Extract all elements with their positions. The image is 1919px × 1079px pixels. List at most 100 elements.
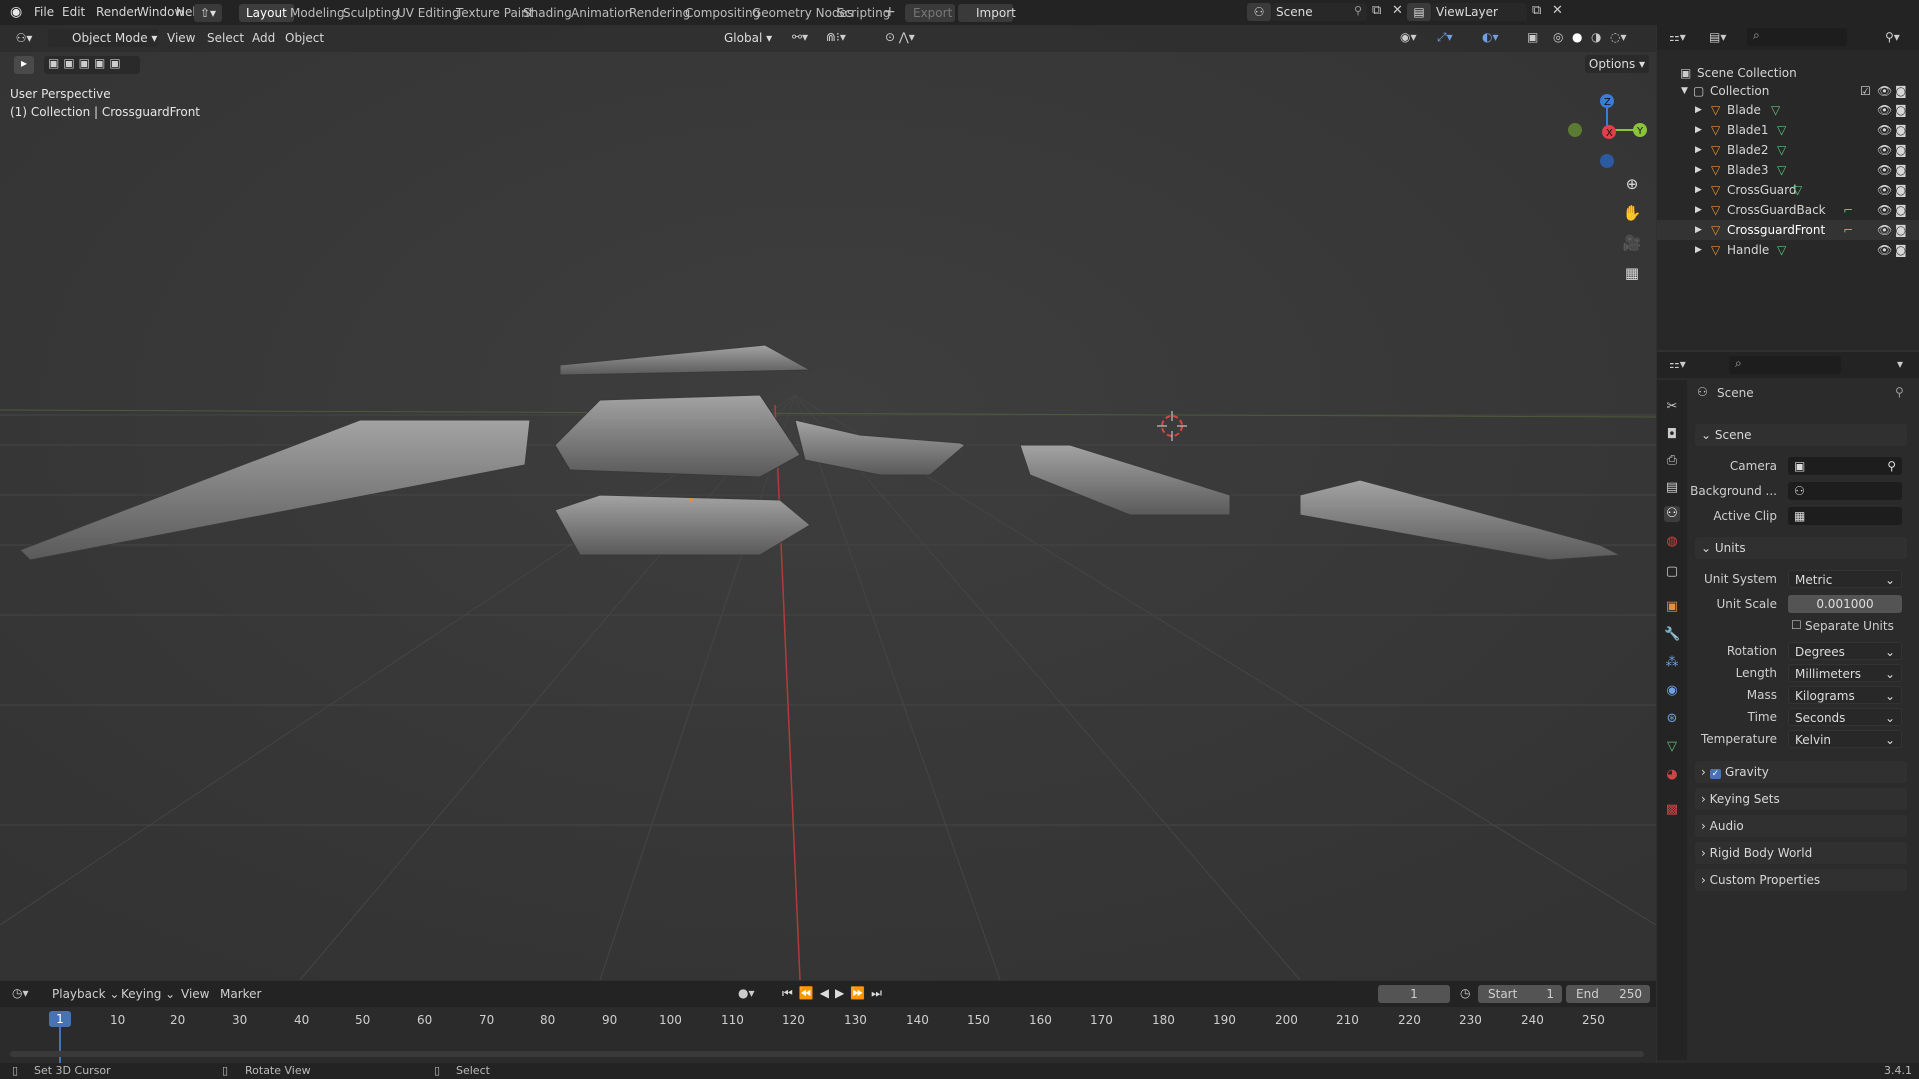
expand-arrow-icon[interactable]: ▶	[1695, 100, 1702, 120]
new-scene-icon[interactable]: ⧉	[1372, 3, 1381, 18]
options-button[interactable]: Options ▾	[1585, 55, 1649, 73]
transform-orientation-select[interactable]: Global ▾	[704, 29, 784, 47]
mesh-data-icon[interactable]: ▽	[1777, 120, 1786, 140]
output-tab-icon[interactable]: ⎙	[1664, 453, 1680, 469]
expand-arrow-icon[interactable]: ▶	[1695, 200, 1702, 220]
3d-viewport[interactable]: Z Y X ⚇▾ Object Mode ▾ View Select Add O…	[0, 25, 1656, 980]
playhead[interactable]: 1	[49, 1011, 71, 1027]
expand-arrow-icon[interactable]: ▶	[1695, 160, 1702, 180]
expand-arrow-icon[interactable]: ▶	[1695, 140, 1702, 160]
object-tab-icon[interactable]: ▣	[1664, 599, 1680, 615]
pivot-point-icon[interactable]: ⚯▾	[792, 30, 808, 44]
expand-arrow-icon[interactable]: ▶	[1695, 220, 1702, 240]
material-tab-icon[interactable]: ◕	[1664, 767, 1680, 783]
outliner-item[interactable]: ▶ ▽ Blade1 ▽ 👁 ◙	[1657, 120, 1919, 140]
camera-icon[interactable]: ◙	[1895, 81, 1907, 101]
mesh-data-icon[interactable]: ▽	[1777, 240, 1786, 260]
rotation-select[interactable]: Degrees ⌄	[1788, 642, 1902, 660]
add-workspace-icon[interactable]: +	[884, 4, 896, 20]
timeline-menu-keying[interactable]: Keying ⌄	[121, 987, 175, 1001]
properties-options-icon[interactable]: ▾	[1897, 357, 1903, 371]
background-field[interactable]: ⚇	[1788, 482, 1902, 500]
exclude-checkbox[interactable]: ☑	[1860, 81, 1871, 101]
eye-icon[interactable]: 👁	[1877, 81, 1892, 101]
playback-controls-icon[interactable]: ⏮⏪◀▶⏩⏭	[782, 986, 888, 1001]
view-layer-name-field[interactable]: ViewLayer	[1432, 3, 1527, 21]
render-tab-icon[interactable]: ◘	[1664, 427, 1680, 443]
outliner-scene-collection[interactable]: ▣ Scene Collection	[1657, 63, 1919, 83]
ortho-toggle-icon[interactable]: ▦	[1620, 261, 1644, 285]
pan-hand-icon[interactable]: ✋	[1620, 201, 1644, 225]
select-tool-icon[interactable]: ▸	[14, 56, 34, 74]
eye-icon[interactable]: 👁	[1877, 120, 1892, 140]
preview-range-icon[interactable]: ◷	[1460, 986, 1470, 1000]
object-mode-select[interactable]: Object Mode ▾	[48, 29, 158, 47]
expand-arrow-icon[interactable]: ▶	[1695, 120, 1702, 140]
outliner-item[interactable]: ▶ ▽ Handle ▽ 👁 ◙	[1657, 240, 1919, 260]
physics-tab-icon[interactable]: ◉	[1664, 683, 1680, 699]
mesh-data-icon[interactable]: ⌐	[1843, 220, 1853, 240]
scene-browse-icon[interactable]: ⚇	[1247, 3, 1271, 21]
rigid-body-world-section-header[interactable]: › Rigid Body World	[1695, 842, 1907, 864]
gravity-section-header[interactable]: › ✓ Gravity	[1695, 761, 1907, 783]
filter-icon[interactable]: ⚲▾	[1885, 30, 1900, 44]
expand-arrow-icon[interactable]: ▼	[1681, 81, 1688, 101]
time-select[interactable]: Seconds ⌄	[1788, 708, 1902, 726]
shading-material-icon[interactable]: ◑	[1591, 30, 1601, 44]
overlay-toggle-icon[interactable]: ◐▾	[1482, 30, 1499, 44]
outliner-item-active[interactable]: ▶ ▽ CrossguardFront ⌐ 👁 ◙	[1657, 220, 1919, 240]
record-icon[interactable]: ●▾	[738, 986, 755, 1000]
pin-icon[interactable]: ⚲	[1354, 4, 1362, 17]
workspace-switch-button[interactable]: ⇧▾	[194, 4, 222, 22]
new-view-layer-icon[interactable]: ⧉	[1532, 3, 1541, 18]
outliner-item[interactable]: ▶ ▽ CrossGuard ▽ 👁 ◙	[1657, 180, 1919, 200]
mesh-data-icon[interactable]: ▽	[1793, 180, 1802, 200]
outliner-item[interactable]: ▶ ▽ Blade3 ▽ 👁 ◙	[1657, 160, 1919, 180]
eye-icon[interactable]: 👁	[1877, 160, 1892, 180]
outliner-item[interactable]: ▶ ▽ Blade2 ▽ 👁 ◙	[1657, 140, 1919, 160]
camera-icon[interactable]: ◙	[1895, 160, 1907, 180]
timeline-scrollbar[interactable]	[10, 1051, 1644, 1057]
mass-select[interactable]: Kilograms ⌄	[1788, 686, 1902, 704]
outliner-collection[interactable]: ▼ ▢ Collection ☑ 👁 ◙	[1657, 81, 1919, 101]
timeline-menu-view[interactable]: View	[181, 987, 209, 1001]
shading-solid-icon[interactable]: ●	[1572, 30, 1582, 44]
expand-arrow-icon[interactable]: ▶	[1695, 240, 1702, 260]
mesh-data-icon[interactable]: ▽	[1777, 140, 1786, 160]
shading-wireframe-icon[interactable]: ◎	[1553, 30, 1563, 44]
timeline-menu-marker[interactable]: Marker	[220, 987, 261, 1001]
eye-icon[interactable]: 👁	[1877, 180, 1892, 200]
shading-rendered-icon[interactable]: ◌▾	[1610, 30, 1627, 44]
outliner-item[interactable]: ▶ ▽ CrossGuardBack ⌐ 👁 ◙	[1657, 200, 1919, 220]
tool-tab-icon[interactable]: ✂	[1664, 399, 1680, 415]
end-frame-input[interactable]: End 250	[1566, 985, 1650, 1003]
view-layer-tab-icon[interactable]: ▤	[1664, 480, 1680, 496]
mesh-data-icon[interactable]: ▽	[1771, 100, 1780, 120]
scene-section-header[interactable]: ⌄ Scene	[1695, 424, 1907, 446]
timeline-menu-playback[interactable]: Playback ⌄	[52, 987, 119, 1001]
camera-icon[interactable]: ◙	[1895, 240, 1907, 260]
mesh-data-icon[interactable]: ⌐	[1843, 200, 1853, 220]
current-frame-input[interactable]: 1	[1378, 985, 1450, 1003]
menu-render[interactable]: Render	[96, 5, 139, 19]
properties-search-input[interactable]: ⌕	[1729, 356, 1841, 374]
start-frame-input[interactable]: Start 1	[1478, 985, 1562, 1003]
eyedropper-icon[interactable]: ⚲	[1887, 457, 1896, 475]
import-button[interactable]: Import	[958, 4, 1016, 22]
custom-properties-section-header[interactable]: › Custom Properties	[1695, 869, 1907, 891]
zoom-icon[interactable]: ⊕	[1620, 172, 1644, 196]
outliner-editor-icon[interactable]: ⚏▾	[1669, 30, 1686, 44]
viewport-menu-object[interactable]: Object	[285, 31, 324, 45]
camera-icon[interactable]: ◙	[1895, 120, 1907, 140]
blender-logo-icon[interactable]: ◉	[10, 4, 22, 20]
world-tab-icon[interactable]: ◍	[1664, 534, 1680, 550]
eye-icon[interactable]: 👁	[1877, 200, 1892, 220]
modifier-tab-icon[interactable]: 🔧	[1664, 627, 1680, 643]
editor-type-icon[interactable]: ⚇▾	[8, 29, 40, 47]
menu-file[interactable]: File	[34, 5, 54, 19]
pin-icon[interactable]: ⚲	[1895, 385, 1904, 399]
separate-units-checkbox[interactable]: ☐	[1791, 618, 1802, 632]
viewport-menu-select[interactable]: Select	[207, 31, 244, 45]
scene-name-field[interactable]: Scene	[1272, 3, 1367, 21]
viewport-menu-view[interactable]: View	[167, 31, 195, 45]
